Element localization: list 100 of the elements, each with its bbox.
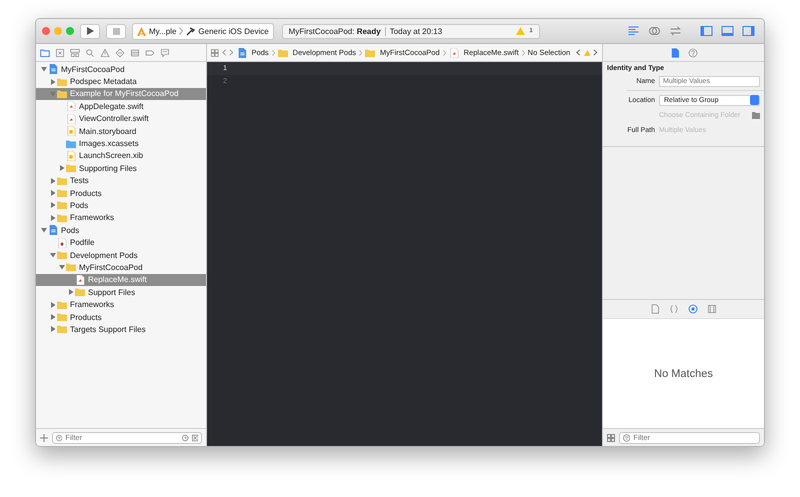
message-icon[interactable] (160, 48, 170, 58)
filter-icon[interactable] (623, 434, 630, 442)
folder-icon (57, 312, 67, 322)
swift-file-icon (75, 274, 85, 285)
tree-item[interactable]: Pods (36, 199, 206, 212)
file-icon[interactable] (670, 48, 680, 58)
play-icon (86, 27, 94, 35)
circle-icon[interactable] (688, 304, 698, 314)
tree-item[interactable]: Development Pods (36, 248, 206, 262)
warning-icon[interactable] (100, 48, 110, 58)
tree-item[interactable]: MyFirstCocoaPod (36, 261, 206, 274)
stop-button[interactable] (106, 24, 126, 38)
tree-item[interactable]: Support Files (36, 286, 206, 298)
folder-icon (57, 200, 67, 210)
run-button[interactable] (80, 24, 100, 38)
stop-icon (112, 28, 120, 34)
list-icon[interactable] (130, 48, 140, 58)
document-icon (48, 225, 58, 236)
grid-icon[interactable] (607, 434, 615, 442)
tree-item[interactable]: Supporting Files (36, 162, 206, 175)
disclosure-down-icon[interactable] (49, 251, 57, 260)
hierarchy-icon[interactable] (70, 48, 80, 58)
swift-file-icon (66, 114, 76, 124)
folder-icon (75, 287, 85, 298)
scheme-selector[interactable]: My...ple Generic iOS Device (132, 22, 274, 40)
disclosure-right-icon[interactable] (49, 325, 57, 334)
tag-icon[interactable] (145, 48, 155, 58)
close-button[interactable] (42, 27, 50, 35)
disclosure-right-icon[interactable] (49, 214, 57, 222)
zoom-button[interactable] (66, 27, 74, 35)
folder-icon (57, 250, 67, 260)
tree-item[interactable]: ViewController.swift (36, 112, 206, 125)
chevron-icon (442, 48, 446, 56)
folder-icon (365, 48, 376, 58)
folder-icon[interactable] (752, 112, 760, 118)
disclosure-right-icon[interactable] (49, 189, 57, 198)
film-icon[interactable] (707, 304, 717, 314)
folder-icon (57, 300, 67, 310)
tree-item[interactable]: MyFirstCocoaPod (36, 63, 206, 76)
tree-item[interactable]: Pods (36, 224, 206, 236)
tree-item[interactable]: LaunchScreen.xib (36, 150, 206, 162)
disclosure-right-icon[interactable] (49, 78, 57, 86)
chevron-icon (272, 48, 275, 56)
search-icon[interactable] (85, 48, 95, 58)
document-icon (48, 64, 58, 74)
disclosure-down-icon[interactable] (40, 65, 48, 74)
folder-icon[interactable] (40, 48, 50, 58)
folder-icon (66, 262, 76, 272)
braces-icon[interactable] (669, 304, 679, 314)
diamond-icon[interactable] (115, 48, 125, 58)
chevron-icon (179, 27, 184, 35)
folder-icon (57, 212, 67, 223)
tree-item[interactable]: Products (36, 310, 206, 324)
swift-file-icon (448, 48, 459, 58)
disclosure-right-icon[interactable] (49, 176, 57, 185)
filter-icon[interactable] (56, 434, 62, 442)
folder-icon (278, 48, 288, 58)
empty-message: No Matches (654, 368, 713, 380)
tree-item[interactable]: Images.xcassets (36, 137, 206, 150)
tree-item[interactable]: Products (36, 186, 206, 200)
hammer-icon (186, 26, 196, 36)
folder-icon (66, 138, 76, 149)
disclosure-down-icon[interactable] (58, 263, 66, 272)
folder-icon (57, 176, 67, 186)
folder-icon (57, 188, 67, 198)
tree-item[interactable]: Tests (36, 174, 206, 187)
disclosure-down-icon[interactable] (40, 226, 48, 234)
add-icon[interactable] (40, 434, 48, 442)
square-icon[interactable] (55, 48, 65, 58)
folder-icon (57, 88, 67, 99)
interface-file-icon (66, 126, 76, 136)
tree-item[interactable]: Main.storyboard (36, 124, 206, 138)
ruby-file-icon (57, 238, 67, 248)
forward-icon[interactable] (593, 48, 598, 57)
disclosure-right-icon[interactable] (49, 300, 57, 309)
folder-icon (66, 163, 76, 174)
disclosure-right-icon[interactable] (49, 313, 57, 321)
disclosure-right-icon[interactable] (58, 164, 66, 172)
chevron-icon (522, 48, 525, 56)
tree-item[interactable]: Targets Support Files (36, 323, 206, 336)
tree-item[interactable]: Frameworks (36, 298, 206, 311)
folder-icon (57, 76, 67, 87)
square-icon[interactable] (192, 434, 198, 442)
disclosure-right-icon[interactable] (67, 288, 75, 296)
tree-item[interactable]: AppDelegate.swift (36, 100, 206, 113)
help-icon[interactable] (688, 48, 698, 58)
folder-icon (57, 324, 67, 334)
tree-item[interactable]: Podspec Metadata (36, 75, 206, 88)
grid-icon[interactable] (211, 48, 219, 58)
disclosure-right-icon[interactable] (49, 201, 57, 210)
chevron-icon (359, 48, 362, 56)
tree-item[interactable]: Podfile (36, 236, 206, 249)
document-icon (236, 48, 247, 58)
app-icon (137, 26, 146, 36)
swift-file-icon (66, 101, 76, 112)
tree-item[interactable]: Frameworks (36, 212, 206, 224)
file-icon[interactable] (650, 304, 660, 314)
clock-icon[interactable] (182, 434, 189, 442)
interface-file-icon (66, 150, 76, 161)
back-icon[interactable] (576, 48, 581, 57)
